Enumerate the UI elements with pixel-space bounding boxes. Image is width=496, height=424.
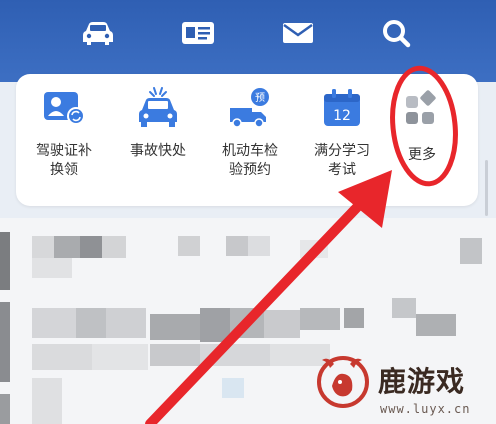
pixel-block — [300, 240, 328, 258]
pixel-block — [230, 308, 264, 338]
pixel-block — [0, 232, 10, 290]
service-accident[interactable]: 事故快处 — [112, 86, 204, 196]
top-header — [0, 0, 496, 82]
pixel-block — [200, 344, 270, 366]
service-label-line1: 机动车检 — [222, 143, 278, 159]
car-icon — [83, 22, 113, 45]
calendar-exam-icon: 12 — [324, 89, 360, 126]
license-card-icon — [182, 22, 214, 44]
service-label: 满分学习 考试 — [296, 142, 388, 180]
pixel-block — [102, 236, 126, 258]
accident-car-icon — [139, 87, 177, 127]
mail-button[interactable] — [278, 16, 318, 50]
pixel-block — [0, 302, 10, 382]
service-label: 更多 — [376, 146, 468, 165]
watermark-url: www.luyx.cn — [380, 402, 471, 416]
pixel-block — [32, 378, 62, 424]
watermark-text: 鹿游戏 — [378, 365, 466, 398]
car-button[interactable] — [78, 16, 118, 50]
service-label-line2: 考试 — [328, 162, 356, 178]
pixel-block — [76, 308, 106, 338]
service-label-line1: 事故快处 — [130, 143, 186, 159]
mail-icon — [283, 23, 313, 43]
pixel-block — [150, 344, 200, 366]
service-more[interactable]: 更多 — [376, 86, 468, 196]
pixel-block — [392, 298, 416, 318]
license-button[interactable] — [178, 16, 218, 50]
service-label-line2: 换领 — [50, 162, 78, 178]
pixel-block — [106, 308, 146, 338]
pixel-block — [150, 314, 200, 340]
service-label-line1: 满分学习 — [314, 143, 370, 159]
pixel-block — [178, 236, 200, 256]
license-renew-icon — [44, 92, 85, 125]
pixel-block — [0, 394, 10, 424]
service-label-line1: 更多 — [408, 147, 436, 163]
inspection-truck-icon: 预 — [230, 88, 269, 128]
pixel-block — [54, 236, 80, 258]
pixel-block — [248, 236, 270, 256]
service-label-line1: 驾驶证补 — [36, 143, 92, 159]
service-label-line2: 验预约 — [229, 162, 271, 178]
pixel-block — [416, 314, 456, 336]
service-full-score-exam[interactable]: 12 满分学习 考试 — [296, 86, 388, 196]
more-grid-icon — [406, 90, 436, 124]
pixel-block — [460, 238, 482, 264]
service-label: 机动车检 验预约 — [204, 142, 296, 180]
service-label: 事故快处 — [112, 142, 204, 161]
pixel-block — [264, 310, 300, 338]
services-card: 驾驶证补 换领 事故快处 预 机动车检 验预约 12 满分学习 考试 更多 — [16, 74, 478, 206]
pixel-block — [32, 258, 72, 278]
pixel-block — [32, 236, 54, 258]
service-label: 驾驶证补 换领 — [18, 142, 110, 180]
pixel-block — [80, 236, 102, 258]
pixel-block — [344, 308, 364, 328]
pixel-block — [32, 308, 76, 338]
pixel-block — [92, 344, 148, 370]
pixel-block — [200, 308, 230, 342]
calendar-badge: 12 — [333, 108, 351, 124]
service-license-renew[interactable]: 驾驶证补 换领 — [18, 86, 110, 196]
pixel-block — [300, 308, 340, 330]
deer-logo-icon — [317, 356, 369, 408]
pixel-block — [222, 378, 244, 398]
service-inspection[interactable]: 预 机动车检 验预约 — [204, 86, 296, 196]
pixel-block — [32, 344, 92, 370]
scrollbar[interactable] — [485, 160, 488, 216]
pixel-block — [226, 236, 248, 256]
search-button[interactable] — [376, 16, 416, 50]
svg-text:预: 预 — [255, 92, 265, 104]
search-icon — [383, 20, 411, 48]
